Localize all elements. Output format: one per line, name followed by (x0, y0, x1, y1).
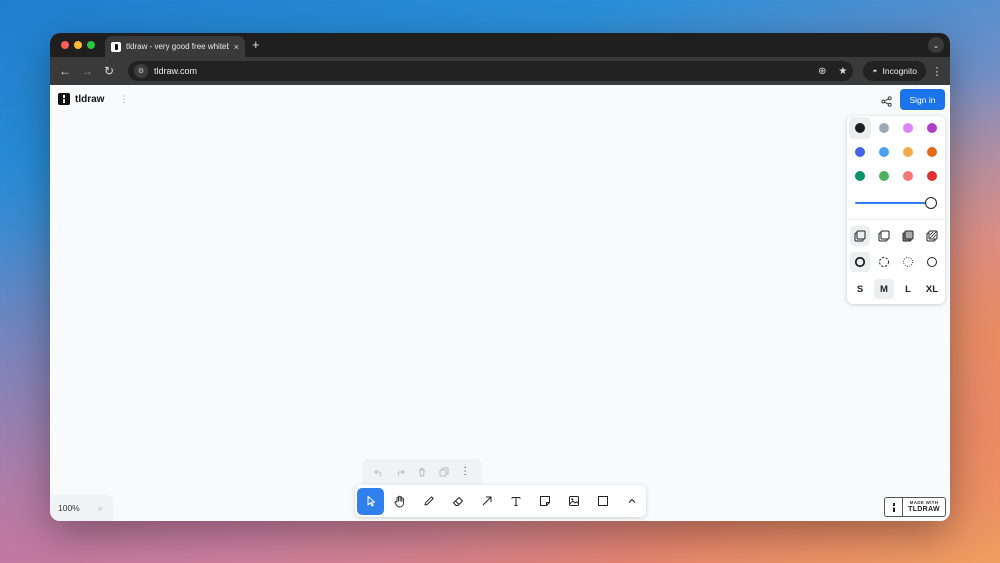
color-swatch-light-blue[interactable] (879, 147, 889, 157)
size-xl-option[interactable]: XL (922, 279, 942, 299)
made-with-text: MADE WITH TLDRAW (903, 501, 945, 513)
opacity-slider-track[interactable] (855, 202, 931, 204)
color-swatch-violet[interactable] (927, 123, 937, 133)
main-menu-icon[interactable]: ⋮ (119, 94, 128, 105)
browser-menu-icon[interactable]: ⋮ (930, 65, 944, 78)
size-s-option[interactable]: S (850, 279, 870, 299)
sign-in-button[interactable]: Sign in (900, 89, 945, 110)
minimize-window-button[interactable] (74, 41, 82, 49)
minimap-toggle-icon[interactable]: » (98, 503, 103, 513)
color-swatch-light-red[interactable] (903, 171, 913, 181)
address-bar[interactable]: ⚙ tldraw.com ⊕ ★ (128, 61, 854, 81)
dash-dotted-option[interactable] (898, 252, 918, 272)
color-swatch-orange[interactable] (927, 147, 937, 157)
more-actions-icon[interactable]: ⋮ (457, 464, 473, 480)
zoom-menu[interactable]: 100% » (50, 495, 113, 521)
window-controls (61, 41, 95, 49)
zoom-icon[interactable]: ⊕ (818, 66, 826, 77)
fill-semi-option[interactable] (874, 226, 894, 246)
color-swatch-green[interactable] (855, 171, 865, 181)
forward-button[interactable]: → (78, 62, 96, 80)
tldraw-canvas[interactable]: tldraw ⋮ Sign in S M L XL ⋮ 100% » MADE … (50, 85, 950, 521)
new-tab-button[interactable]: + (252, 37, 260, 52)
reload-button[interactable]: ↻ (100, 62, 118, 80)
close-tab-icon[interactable]: × (234, 42, 239, 52)
incognito-label: Incognito (882, 66, 918, 76)
color-swatch-black[interactable] (855, 123, 865, 133)
note-tool-icon[interactable] (531, 488, 558, 515)
made-with-tldraw-badge[interactable]: MADE WITH TLDRAW (884, 497, 946, 517)
brand: tldraw ⋮ (58, 93, 128, 105)
tldraw-logo-icon (58, 93, 70, 105)
url-text: tldraw.com (154, 66, 198, 76)
opacity-slider-thumb[interactable] (925, 197, 937, 209)
rectangle-tool-icon[interactable] (589, 488, 616, 515)
browser-toolbar: ← → ↻ ⚙ tldraw.com ⊕ ★ ◓ Incognito ⋮ (50, 57, 950, 85)
tldraw-favicon-icon (111, 41, 121, 52)
select-tool-icon[interactable] (357, 487, 384, 515)
brand-name: tldraw (75, 93, 105, 105)
redo-icon[interactable] (392, 464, 408, 480)
incognito-icon: ◓ (872, 66, 878, 76)
fill-pattern-option[interactable] (922, 226, 942, 246)
dash-solid-option[interactable] (922, 252, 942, 272)
style-panel: S M L XL (847, 116, 945, 304)
back-button[interactable]: ← (56, 62, 74, 80)
title-bar: tldraw - very good free whiteboard × + ⌄ (50, 33, 950, 57)
color-swatch-yellow[interactable] (903, 147, 913, 157)
draw-tool-icon[interactable] (415, 488, 442, 515)
trash-icon[interactable] (414, 464, 430, 480)
color-swatch-light-violet[interactable] (903, 123, 913, 133)
bookmark-star-icon[interactable]: ★ (838, 66, 847, 77)
share-icon[interactable] (878, 93, 894, 109)
fill-solid-option[interactable] (898, 226, 918, 246)
tab-search-button[interactable]: ⌄ (928, 37, 944, 53)
size-m-option[interactable]: M (874, 279, 894, 299)
dash-draw-option[interactable] (850, 252, 870, 272)
color-swatch-blue[interactable] (855, 147, 865, 157)
quick-actions-bar: ⋮ (362, 459, 482, 484)
zoom-level: 100% (58, 503, 80, 513)
browser-window: tldraw - very good free whiteboard × + ⌄… (50, 33, 950, 521)
dash-dashed-option[interactable] (874, 252, 894, 272)
maximize-window-button[interactable] (87, 41, 95, 49)
tab-title: tldraw - very good free whiteboard (126, 42, 229, 51)
tldraw-label: TLDRAW (908, 505, 940, 513)
color-swatch-grey[interactable] (879, 123, 889, 133)
hand-tool-icon[interactable] (386, 488, 413, 515)
main-toolbar (355, 485, 646, 517)
color-swatch-light-green[interactable] (879, 171, 889, 181)
media-tool-icon[interactable] (560, 488, 587, 515)
site-settings-icon[interactable]: ⚙ (134, 64, 148, 78)
tldraw-badge-logo-icon (885, 498, 903, 516)
more-tools-chevron-up-icon[interactable] (618, 488, 645, 515)
panel-divider (847, 219, 945, 220)
incognito-badge[interactable]: ◓ Incognito (863, 61, 926, 81)
duplicate-icon[interactable] (436, 464, 452, 480)
arrow-tool-icon[interactable] (473, 488, 500, 515)
close-window-button[interactable] (61, 41, 69, 49)
text-tool-icon[interactable] (502, 488, 529, 515)
size-l-option[interactable]: L (898, 279, 918, 299)
color-swatch-red[interactable] (927, 171, 937, 181)
browser-tab[interactable]: tldraw - very good free whiteboard × (105, 36, 245, 57)
undo-icon[interactable] (371, 464, 387, 480)
eraser-tool-icon[interactable] (444, 488, 471, 515)
fill-none-option[interactable] (850, 226, 870, 246)
